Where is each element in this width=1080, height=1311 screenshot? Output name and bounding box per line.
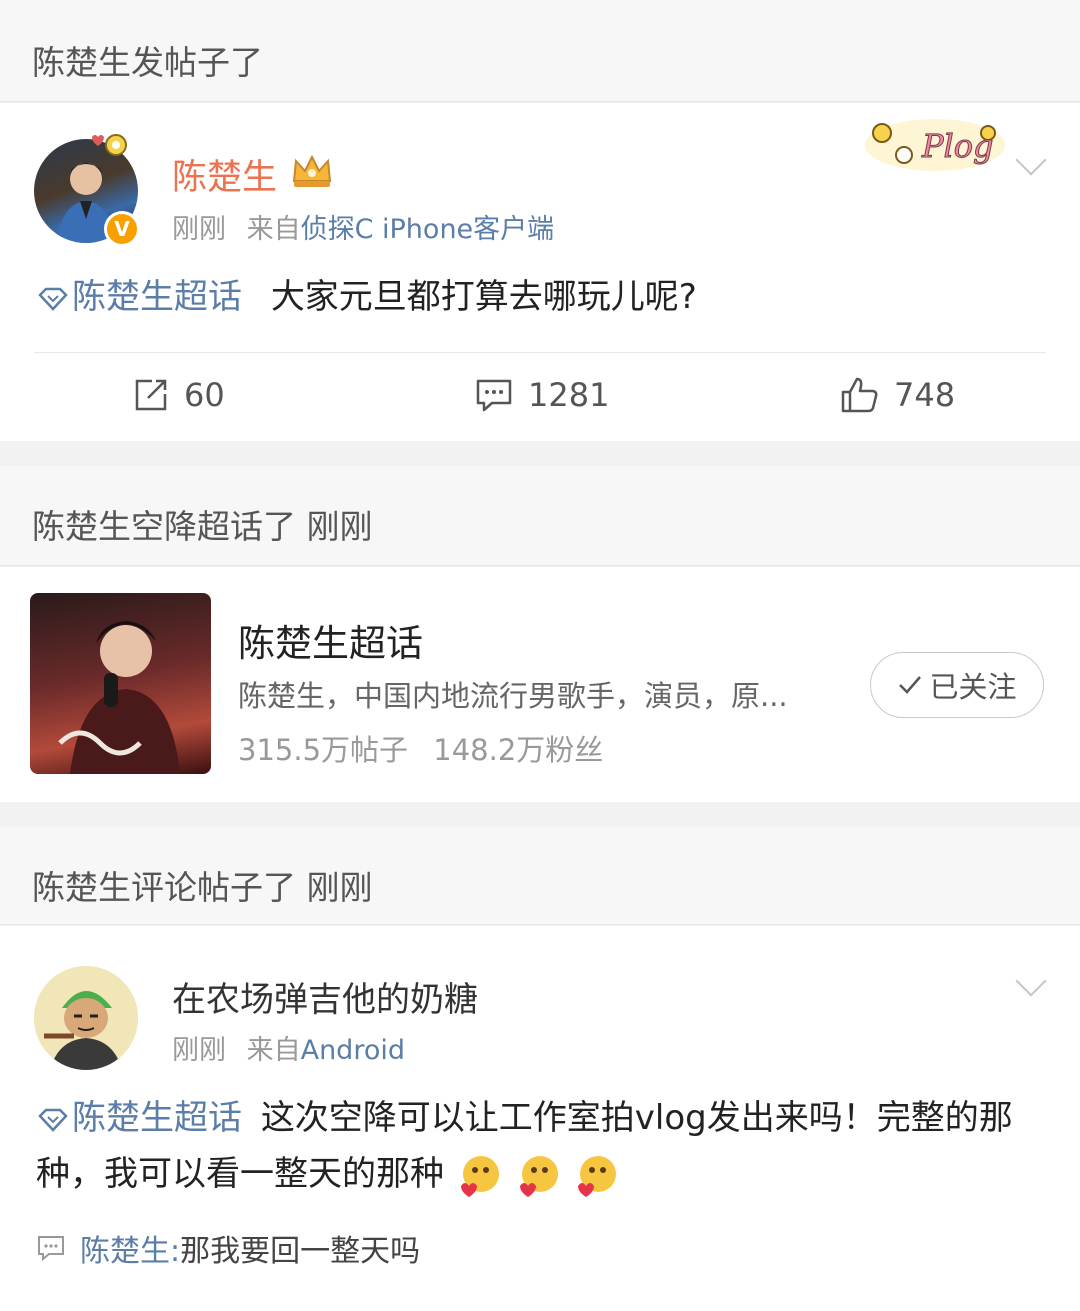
post-meta: 刚刚 来自侦探C iPhone客户端 bbox=[172, 207, 554, 246]
check-icon bbox=[899, 676, 922, 694]
repost-count: 60 bbox=[184, 376, 225, 414]
section-title: 陈楚生空降超话了 刚刚 bbox=[32, 507, 373, 546]
repost-button[interactable]: 60 bbox=[132, 376, 225, 414]
comment-post-card[interactable]: 在农场弹吉他的奶糖 刚刚 来自Android 陈楚生超话 这次空降可以让工作室拍… bbox=[0, 926, 1080, 1311]
post-time: 刚刚 bbox=[172, 214, 226, 245]
comment-icon bbox=[476, 379, 512, 412]
post-username[interactable]: 陈楚生 bbox=[172, 149, 277, 200]
love-face-emoji-icon bbox=[519, 1155, 558, 1197]
plog-sticker-icon: Plog bbox=[860, 111, 1010, 177]
more-chevron-down-icon[interactable] bbox=[1015, 965, 1047, 997]
supertopic-link[interactable]: 陈楚生超话 bbox=[36, 1098, 253, 1138]
comment-post-text: 陈楚生超话 这次空降可以让工作室拍vlog发出来吗！完整的那种，我可以看一整天的… bbox=[36, 1090, 1040, 1202]
supertopic-diamond-icon bbox=[38, 1108, 68, 1132]
supertopic-diamond-icon bbox=[38, 287, 68, 311]
verified-badge-icon: V bbox=[104, 211, 140, 247]
reply-author[interactable]: 陈楚生: bbox=[80, 1234, 180, 1269]
repost-icon bbox=[135, 379, 167, 411]
comment-post-source[interactable]: Android bbox=[301, 1035, 405, 1066]
reply-text: 那我要回一整天吗 bbox=[180, 1234, 421, 1269]
like-button[interactable]: 748 bbox=[840, 376, 955, 414]
post-card[interactable]: V 陈楚生 刚刚 来自侦探C iPhone客户端 Plog 陈楚生超话 大家元旦… bbox=[0, 103, 1080, 441]
section-title: 陈楚生发帖子了 bbox=[32, 43, 263, 82]
source-prefix: 来自 bbox=[246, 214, 301, 245]
like-thumb-icon bbox=[841, 377, 878, 413]
reply-line[interactable]: 陈楚生:那我要回一整天吗 bbox=[36, 1226, 420, 1270]
more-chevron-down-icon[interactable] bbox=[1015, 144, 1047, 176]
section-title: 陈楚生评论帖子了 刚刚 bbox=[32, 868, 373, 907]
supertopic-posts: 315.5万帖子 bbox=[238, 733, 409, 767]
source-prefix: 来自 bbox=[246, 1035, 301, 1066]
supertopic-stats: 315.5万帖子 148.2万粉丝 bbox=[238, 727, 603, 769]
section-header-comment: 陈楚生评论帖子了 刚刚 bbox=[0, 827, 1080, 925]
comment-post-meta: 刚刚 来自Android bbox=[172, 1028, 405, 1067]
commenter-username[interactable]: 在农场弹吉他的奶糖 bbox=[172, 972, 478, 1021]
supertopic-name[interactable]: 陈楚生超话 bbox=[238, 613, 423, 667]
supertopic-desc: 陈楚生，中国内地流行男歌手，演员，原... bbox=[238, 679, 788, 713]
section-header-post: 陈楚生发帖子了 bbox=[0, 0, 1080, 102]
svg-text:Plog: Plog bbox=[921, 127, 994, 165]
comment-button[interactable]: 1281 bbox=[474, 376, 609, 414]
commenter-avatar[interactable] bbox=[34, 966, 138, 1070]
follow-label: 已关注 bbox=[929, 670, 1017, 704]
post-text: 陈楚生超话 大家元旦都打算去哪玩儿呢? bbox=[36, 269, 1040, 325]
comment-count: 1281 bbox=[528, 376, 610, 414]
love-face-emoji-icon bbox=[460, 1155, 499, 1197]
post-body: 大家元旦都打算去哪玩儿呢? bbox=[270, 277, 697, 317]
like-count: 748 bbox=[894, 376, 956, 414]
reply-comment-icon bbox=[38, 1236, 64, 1262]
supertopic-fans: 148.2万粉丝 bbox=[433, 733, 604, 767]
divider bbox=[34, 352, 1046, 353]
vip-crown-icon bbox=[290, 151, 334, 189]
follow-button[interactable]: 已关注 bbox=[870, 652, 1044, 718]
comment-post-time: 刚刚 bbox=[172, 1035, 226, 1066]
supertopic-card[interactable]: 陈楚生超话 陈楚生，中国内地流行男歌手，演员，原... 315.5万帖子 148… bbox=[0, 567, 1080, 802]
section-header-airdrop: 陈楚生空降超话了 刚刚 bbox=[0, 466, 1080, 566]
avatar-decoration-icon bbox=[86, 127, 130, 163]
supertopic-cover-image[interactable] bbox=[30, 593, 211, 774]
supertopic-link[interactable]: 陈楚生超话 bbox=[36, 277, 253, 317]
love-face-emoji-icon bbox=[578, 1155, 617, 1197]
post-source[interactable]: 侦探C iPhone客户端 bbox=[301, 214, 555, 245]
